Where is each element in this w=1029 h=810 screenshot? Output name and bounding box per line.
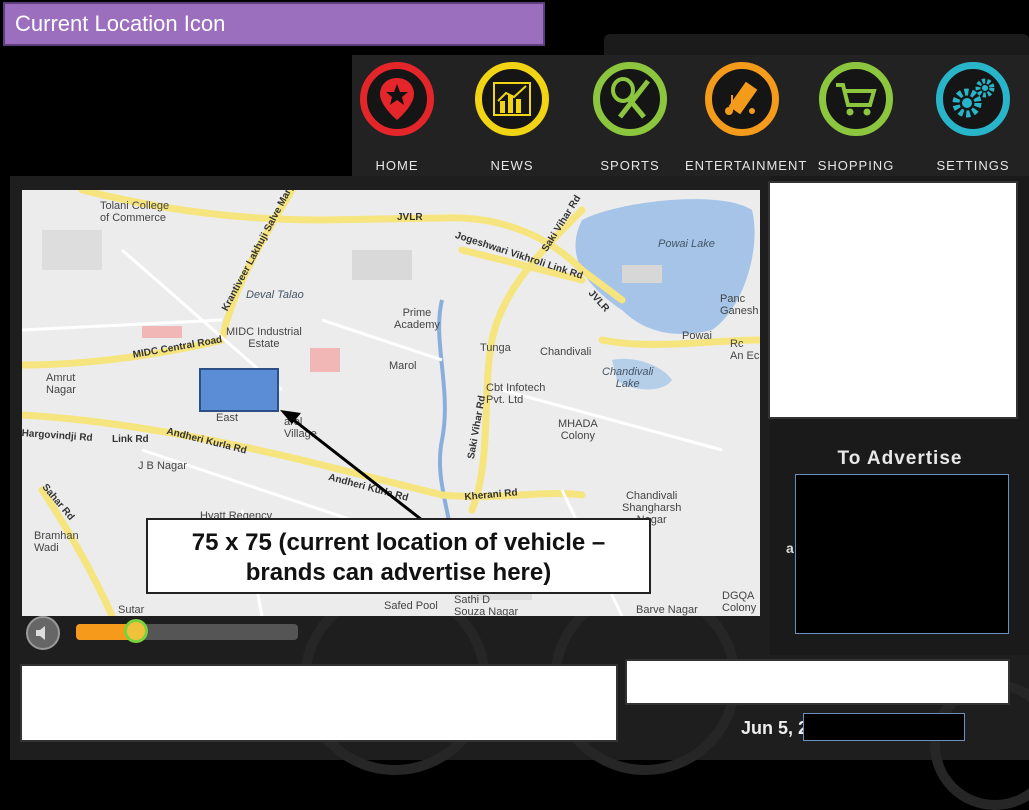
annotation-callout: 75 x 75 (current location of vehicle – b… <box>146 518 651 594</box>
ad-peek-text: a <box>786 540 794 556</box>
ad-slot-advertise[interactable] <box>795 474 1009 634</box>
date-label: Jun 5, 2 <box>741 718 809 738</box>
callout-line: 75 x 75 (current location of vehicle – <box>191 529 606 556</box>
ad-slot-top <box>768 181 1018 419</box>
speaker-button[interactable] <box>26 616 60 650</box>
callout-line: brands can advertise here) <box>245 559 552 586</box>
speaker-icon <box>36 626 45 640</box>
progress-knob[interactable] <box>123 619 148 643</box>
date-redaction <box>803 713 965 741</box>
advertise-label: To Advertise <box>837 448 963 469</box>
info-box-right <box>625 659 1010 705</box>
info-box-left <box>20 664 618 742</box>
